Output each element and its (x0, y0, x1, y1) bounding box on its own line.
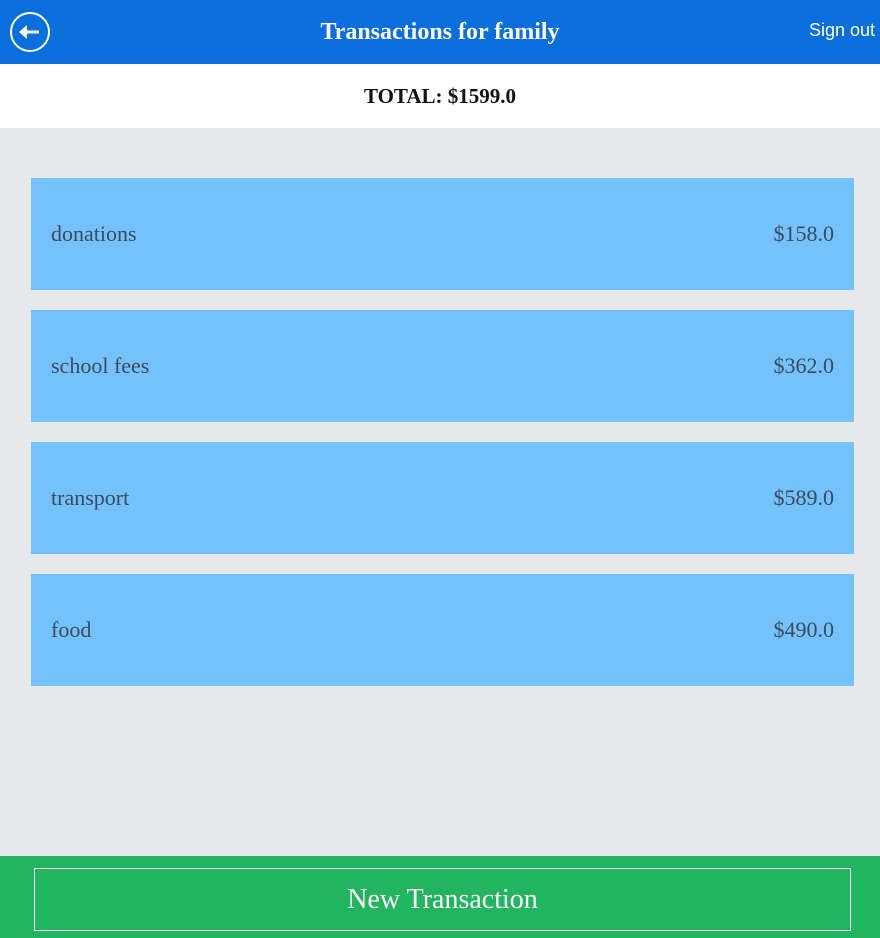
total-text: TOTAL: $1599.0 (363, 84, 517, 108)
transaction-amount: $589.0 (773, 485, 835, 510)
transaction-category: donations (51, 221, 137, 246)
app-root: Transactions for family Sign out TOTAL: … (0, 0, 880, 938)
sign-out-link[interactable]: Sign out (809, 19, 875, 41)
transaction-item[interactable]: donations $158.0 (31, 178, 854, 290)
top-bar: Transactions for family Sign out (0, 0, 880, 64)
transaction-amount: $362.0 (773, 353, 835, 378)
arrow-left-icon (19, 24, 41, 40)
transaction-item[interactable]: food $490.0 (31, 574, 854, 686)
back-button[interactable] (10, 12, 50, 52)
transaction-list: donations $158.0 school fees $362.0 tran… (31, 178, 854, 706)
new-transaction-button[interactable]: New Transaction (34, 868, 851, 931)
bottom-bar: New Transaction (0, 856, 880, 938)
transaction-item[interactable]: school fees $362.0 (31, 310, 854, 422)
transaction-category: transport (51, 485, 130, 510)
transaction-amount: $490.0 (773, 617, 835, 642)
transaction-item[interactable]: transport $589.0 (31, 442, 854, 554)
page-title: Transactions for family (320, 19, 560, 45)
transaction-category: school fees (51, 353, 150, 378)
transaction-category: food (51, 617, 92, 642)
transaction-amount: $158.0 (773, 221, 835, 246)
total-summary: TOTAL: $1599.0 (0, 64, 880, 128)
